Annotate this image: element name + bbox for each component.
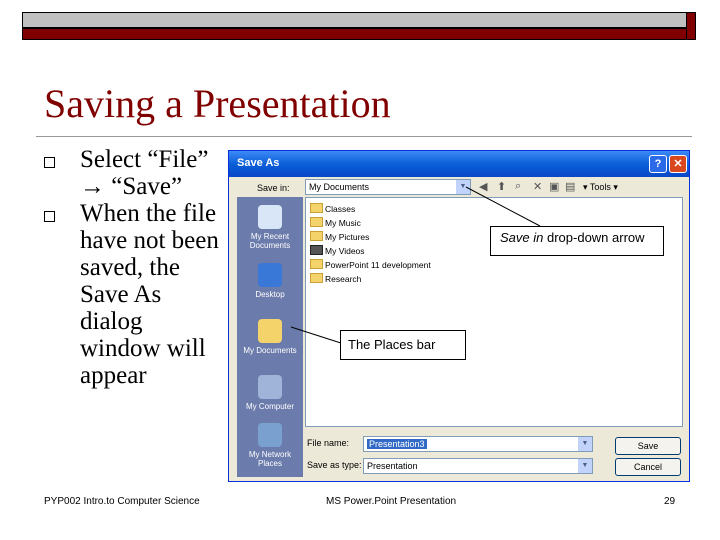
footer-left: PYP002 Intro.to Computer Science	[44, 496, 200, 507]
page-number: 29	[664, 496, 676, 507]
places-bar-callout: The Places bar	[340, 330, 466, 360]
save-in-callout: Save in drop-down arrow	[490, 226, 664, 256]
footer-center: MS Power.Point Presentation	[326, 496, 457, 507]
callout-leader-lines	[290, 186, 541, 345]
